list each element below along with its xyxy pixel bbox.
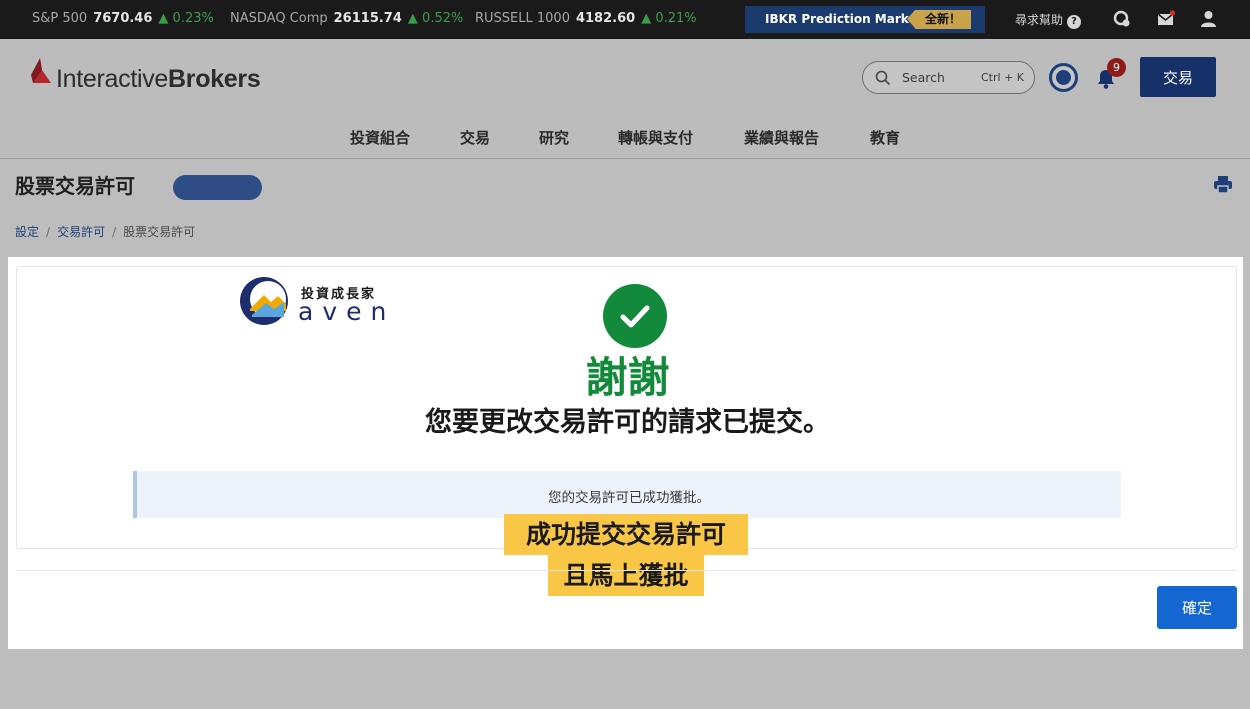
confirmation-card: 投資成長家 aven 謝謝 您要更改交易許可的請求已提交。 您的交易許可已成功獲… <box>16 266 1237 549</box>
promo-label: IBKR Prediction Markets <box>765 12 930 26</box>
ticker-item-nasdaq[interactable]: NASDAQ Comp 26115.74 ▲ 0.52% <box>230 11 463 26</box>
approval-notice: 您的交易許可已成功獲批。 <box>133 471 1121 518</box>
help-link[interactable]: 尋求幫助? <box>1015 11 1082 29</box>
question-icon: ? <box>1067 15 1082 29</box>
annotation-highlight-line1: 成功提交交易許可 <box>504 514 748 555</box>
promo-new-tag: 全新！ <box>907 10 971 29</box>
breadcrumb-separator: / <box>112 225 117 239</box>
nav-transfer-pay[interactable]: 轉帳與支付 <box>618 127 693 148</box>
nav-performance-reports[interactable]: 業績與報告 <box>744 127 819 148</box>
printer-icon[interactable] <box>1213 175 1233 198</box>
ticker-name: S&P 500 <box>32 11 88 26</box>
ticker-item-sp500[interactable]: S&P 500 7670.46 ▲ 0.23% <box>32 11 214 26</box>
ticker-name: RUSSELL 1000 <box>475 11 570 26</box>
page-title: 股票交易許可 <box>15 174 135 198</box>
ticker-change: ▲ 0.23% <box>158 11 214 26</box>
redacted-account-pill <box>173 175 262 200</box>
site-header: InteractiveBrokers Search Ctrl + K 9 交易 … <box>0 39 1250 159</box>
ticker-item-russell[interactable]: RUSSELL 1000 4182.60 ▲ 0.21% <box>475 11 697 26</box>
ticker-change: ▲ 0.21% <box>641 11 697 26</box>
nav-trade[interactable]: 交易 <box>460 127 490 148</box>
confirm-button[interactable]: 確定 <box>1157 586 1237 629</box>
trade-button[interactable]: 交易 <box>1140 57 1216 97</box>
search-box[interactable]: Search Ctrl + K <box>862 61 1035 94</box>
ticker-value: 4182.60 <box>575 11 636 26</box>
nav-portfolio[interactable]: 投資組合 <box>350 127 410 148</box>
thanks-heading: 謝謝 <box>585 353 670 402</box>
request-submitted-message: 您要更改交易許可的請求已提交。 <box>425 407 830 438</box>
prediction-markets-banner[interactable]: IBKR Prediction Markets 全新！ <box>745 6 985 33</box>
ticker-change: ▲ 0.52% <box>407 11 464 26</box>
help-label: 尋求幫助 <box>1015 13 1064 27</box>
success-check-icon <box>603 284 667 348</box>
breadcrumb-trading-permissions[interactable]: 交易許可 <box>57 225 105 239</box>
search-placeholder: Search <box>902 70 945 85</box>
breadcrumb-current: 股票交易許可 <box>123 225 196 239</box>
ticker-value: 26115.74 <box>333 11 402 26</box>
notification-count-badge: 9 <box>1107 58 1126 77</box>
ibkr-logo-icon <box>31 58 51 83</box>
breadcrumb-separator: / <box>46 225 51 239</box>
ticker-value: 7670.46 <box>93 11 153 26</box>
confirmation-dialog: 投資成長家 aven 謝謝 您要更改交易許可的請求已提交。 您的交易許可已成功獲… <box>8 257 1243 649</box>
account-status-icon[interactable] <box>1049 63 1078 92</box>
mail-icon[interactable] <box>1157 10 1176 32</box>
aven-watermark-logo: 投資成長家 aven <box>238 275 398 327</box>
market-ticker-bar: S&P 500 7670.46 ▲ 0.23% NASDAQ Comp 26115.7… <box>0 0 1250 39</box>
approval-notice-text: 您的交易許可已成功獲批。 <box>548 490 710 506</box>
chat-icon[interactable] <box>1113 10 1131 32</box>
nav-research[interactable]: 研究 <box>539 127 569 148</box>
user-icon[interactable] <box>1200 10 1217 32</box>
search-shortcut: Ctrl + K <box>981 71 1024 84</box>
breadcrumb: 設定 / 交易許可 / 股票交易許可 <box>15 223 195 240</box>
search-icon <box>875 70 891 90</box>
footer-divider <box>16 570 1237 571</box>
logo-wordmark: InteractiveBrokers <box>56 65 261 93</box>
nav-education[interactable]: 教育 <box>870 127 900 148</box>
breadcrumb-settings[interactable]: 設定 <box>15 225 39 239</box>
ibkr-logo[interactable]: InteractiveBrokers <box>30 57 270 97</box>
watermark-english: aven <box>298 297 396 326</box>
ticker-name: NASDAQ Comp <box>230 11 328 26</box>
aven-logo-icon <box>240 277 288 325</box>
annotation-highlight-line2: 且馬上獲批 <box>548 555 704 596</box>
